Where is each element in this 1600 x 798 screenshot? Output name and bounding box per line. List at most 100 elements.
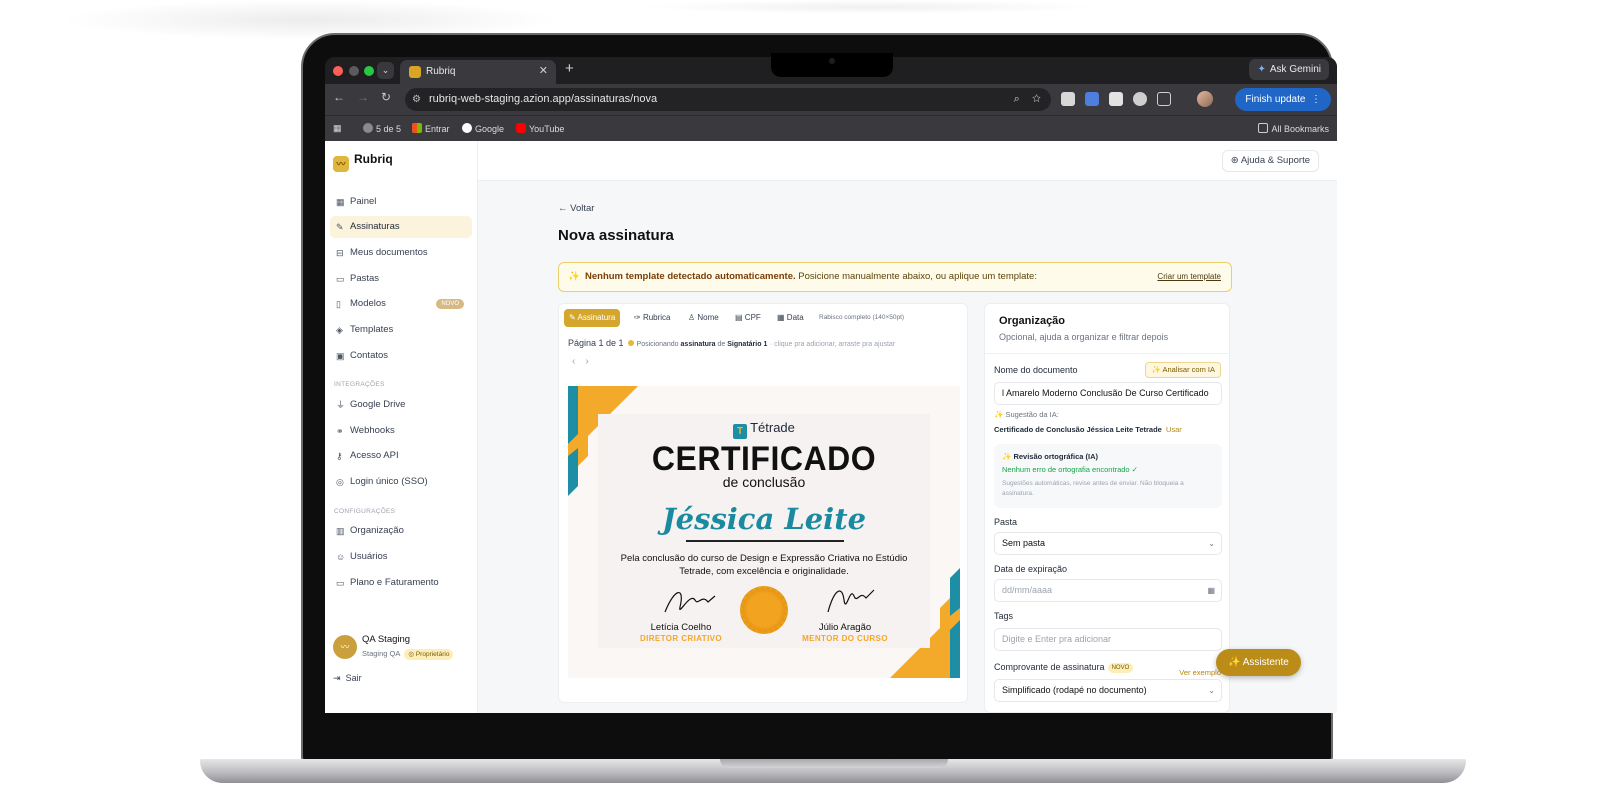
certificate-preview[interactable]: T Tétrade CERTIFICADO de conclusão Jéssic… — [568, 386, 960, 678]
analyze-ai-button[interactable]: ✨ Analisar com IA — [1145, 362, 1221, 378]
sidebar-item-templates[interactable]: ◈ Templates — [330, 319, 472, 341]
feather-icon: ✑ — [634, 313, 641, 322]
sidebar-item-label: Google Drive — [350, 399, 406, 410]
sidebar-item-label: Painel — [350, 196, 377, 207]
sidebar-item-usuarios[interactable]: ☺ Usuários — [330, 546, 472, 568]
template-alert: ✨ Nenhum template detectado automaticame… — [558, 262, 1232, 292]
rubriq-favicon-icon — [409, 66, 421, 78]
all-bookmarks[interactable]: All Bookmarks — [1258, 123, 1329, 134]
receipt-select[interactable]: Simplificado (rodapé no documento) ⌄ — [994, 679, 1222, 702]
expiry-date-input[interactable]: dd/mm/aaaa ▦ — [994, 579, 1222, 602]
file-icon: ▯ — [336, 299, 341, 309]
extensions-puzzle-icon[interactable] — [1157, 92, 1171, 106]
tool-data[interactable]: ▦ Data — [772, 309, 809, 327]
bookmark-item[interactable]: 5 de 5 — [363, 123, 401, 134]
lifebuoy-icon: ⊛ — [1230, 155, 1239, 166]
plug-icon: ⏚ — [336, 400, 346, 410]
tab-search-chevron-icon[interactable]: ⌄ — [377, 62, 394, 79]
logout-button[interactable]: ⇥ Sair — [333, 673, 362, 684]
sidebar-item-meus-documentos[interactable]: ⊟ Meus documentos — [330, 242, 472, 264]
extension-icon-1[interactable] — [1061, 92, 1075, 106]
bookmark-star-icon[interactable]: ☆ — [1032, 93, 1041, 105]
sidebar-item-label: Modelos — [350, 298, 386, 309]
brand[interactable]: 〰 Rubriq — [333, 152, 393, 172]
forward-arrow-icon[interactable]: → — [357, 90, 369, 104]
new-tab-button[interactable]: + — [565, 60, 574, 77]
brand-name: Rubriq — [354, 152, 393, 166]
tool-nome[interactable]: ♙ Nome — [683, 309, 724, 327]
apps-grid-icon[interactable]: ▦ — [333, 123, 342, 134]
pos-field: assinatura — [680, 341, 716, 348]
use-suggestion-link[interactable]: Usar — [1166, 425, 1182, 434]
document-editor: ✎ Assinatura ✑ Rubrica ♙ Nome ▤ CPF ▦ Da… — [558, 303, 968, 703]
alert-text: Posicione manualmente abaixo, ou aplique… — [798, 271, 1037, 282]
sidebar-item-label: Usuários — [350, 551, 388, 562]
close-window-button[interactable] — [333, 66, 343, 76]
tool-cpf[interactable]: ▤ CPF — [730, 309, 766, 327]
bookmark-item[interactable]: Entrar — [412, 123, 450, 134]
site-settings-icon[interactable]: ⚙ — [412, 88, 421, 111]
ask-gemini-label: Ask Gemini — [1269, 64, 1321, 75]
back-label: Voltar — [570, 203, 595, 214]
create-template-link[interactable]: Criar um template — [1157, 263, 1221, 290]
sidebar-item-google-drive[interactable]: ⏚ Google Drive — [330, 394, 472, 416]
doc-name-input[interactable]: l Amarelo Moderno Conclusão De Curso Cer… — [994, 382, 1222, 405]
chevron-left-icon[interactable]: ‹ — [572, 356, 585, 367]
tool-rubrica[interactable]: ✑ Rubrica — [629, 309, 676, 327]
reload-icon[interactable]: ↻ — [381, 90, 391, 104]
ai-suggestion: Certificado de Conclusão Jéssica Leite T… — [994, 425, 1182, 434]
sidebar-item-acesso-api[interactable]: ⚷ Acesso API — [330, 445, 472, 467]
sidebar-item-plano[interactable]: ▭ Plano e Faturamento — [330, 572, 472, 594]
back-link[interactable]: ← Voltar — [558, 203, 594, 214]
view-example-link[interactable]: Ver exemplo — [1179, 668, 1221, 677]
sidebar-item-webhooks[interactable]: ⚭ Webhooks — [330, 420, 472, 442]
spelling-review-title: ✨ Revisão ortográfica (IA) — [1002, 452, 1098, 461]
help-support-button[interactable]: ⊛ Ajuda & Suporte — [1221, 150, 1319, 172]
sidebar-item-modelos[interactable]: ▯ Modelos NOVO — [330, 293, 472, 315]
tags-input[interactable]: Digite e Enter pra adicionar — [994, 628, 1222, 651]
back-arrow-icon[interactable]: ← — [333, 90, 345, 104]
new-badge: NOVO — [1107, 663, 1134, 673]
folder-select[interactable]: Sem pasta ⌄ — [994, 532, 1222, 555]
tool-label: Nome — [697, 313, 719, 322]
divider — [985, 353, 1229, 354]
sidebar-item-assinaturas[interactable]: ✎ Assinaturas — [330, 216, 472, 238]
calendar-icon[interactable]: ▦ — [1207, 580, 1215, 601]
maximize-window-button[interactable] — [364, 66, 374, 76]
rubriq-logo-icon: 〰 — [333, 156, 349, 172]
profile-avatar[interactable] — [1197, 91, 1213, 107]
user-org-label: Staging QA — [362, 649, 401, 658]
sidebar-item-pastas[interactable]: ▭ Pastas — [330, 268, 472, 290]
bookmark-item[interactable]: Google — [462, 123, 504, 134]
zoom-icon[interactable]: ⌕ — [1014, 93, 1020, 105]
url-text: rubriq-web-staging.azion.app/assinaturas… — [429, 93, 658, 105]
user-card[interactable]: 〰 QA Staging Staging QA ◎ Proprietário — [330, 631, 472, 667]
assistant-button[interactable]: ✨ Assistente — [1216, 649, 1301, 676]
tool-label: Data — [786, 313, 804, 322]
all-bookmarks-label: All Bookmarks — [1271, 124, 1329, 134]
sidebar-item-painel[interactable]: ▦ Painel — [330, 191, 472, 213]
ask-gemini-button[interactable]: ✦ Ask Gemini — [1249, 59, 1329, 80]
browser-tab[interactable]: Rubriq ✕ — [400, 60, 556, 84]
pos-hint: · clique pra adicionar, arraste pra ajus… — [769, 341, 896, 348]
sidebar-item-contatos[interactable]: ▣ Contatos — [330, 345, 472, 367]
extension-icon-3[interactable] — [1109, 92, 1123, 106]
pen-icon: ✎ — [569, 313, 576, 322]
tool-assinatura[interactable]: ✎ Assinatura — [564, 309, 621, 327]
spelling-review-note: Sugestões automáticas, revise antes de e… — [1002, 480, 1184, 497]
minimize-window-button[interactable] — [349, 66, 359, 76]
tool-hint: Rabisco completo (140×50pt) — [819, 314, 905, 321]
sidebar-item-sso[interactable]: ◎ Login único (SSO) — [330, 471, 472, 493]
tab-title: Rubriq — [426, 66, 456, 77]
sparkle-icon: ✨ — [1228, 657, 1241, 668]
certificate-title: CERTIFICADO — [651, 438, 877, 478]
tab-close-icon[interactable]: ✕ — [539, 64, 548, 77]
chevron-right-icon[interactable]: › — [585, 356, 598, 367]
bookmark-item[interactable]: YouTube — [516, 123, 564, 134]
extension-icon-4[interactable] — [1133, 92, 1147, 106]
extension-icon-2[interactable] — [1085, 92, 1099, 106]
finish-update-button[interactable]: Finish update ⋮ — [1235, 88, 1331, 111]
avatar: 〰 — [333, 635, 357, 659]
url-bar[interactable]: ⚙ rubriq-web-staging.azion.app/assinatur… — [405, 88, 1051, 111]
sidebar-item-organizacao[interactable]: ▥ Organização — [330, 520, 472, 542]
